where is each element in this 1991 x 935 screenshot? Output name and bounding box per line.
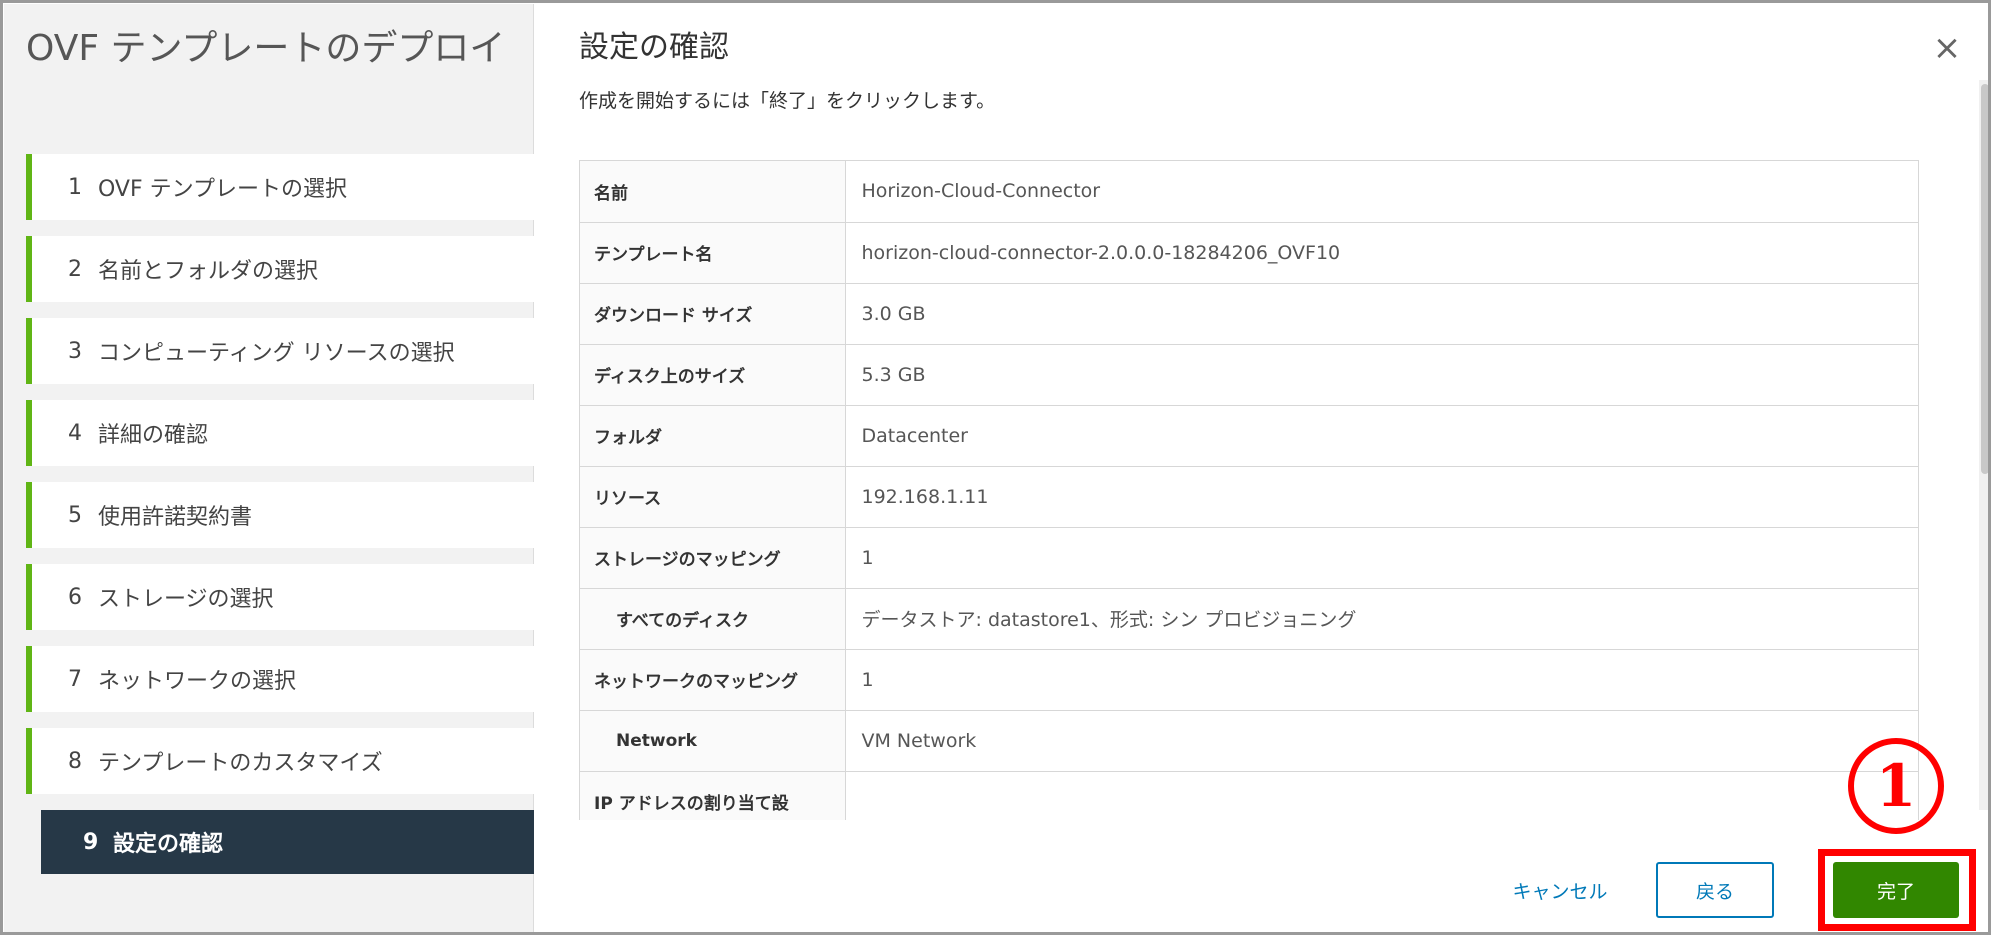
close-icon[interactable]: × bbox=[1929, 30, 1965, 66]
row-value bbox=[845, 771, 1918, 820]
row-value: 3.0 GB bbox=[845, 283, 1918, 345]
table-row: Network VM Network bbox=[580, 710, 1918, 772]
step-number: 4 bbox=[68, 420, 82, 446]
wizard-step-3[interactable]: 3 コンピューティング リソースの選択 bbox=[26, 318, 534, 384]
row-value: 192.168.1.11 bbox=[845, 466, 1918, 528]
row-key: ネットワークのマッピング bbox=[580, 649, 846, 711]
main-content: 設定の確認 作成を開始するには「終了」をクリックします。 × 名前 Horizon… bbox=[535, 0, 1991, 935]
wizard-step-2[interactable]: 2 名前とフォルダの選択 bbox=[26, 236, 534, 302]
row-value: horizon-cloud-connector-2.0.0.0-18284206… bbox=[845, 222, 1918, 284]
row-key: テンプレート名 bbox=[580, 222, 846, 284]
table-row: ネットワークのマッピング 1 bbox=[580, 649, 1918, 711]
page-title: 設定の確認 bbox=[579, 30, 729, 65]
step-number: 6 bbox=[68, 584, 82, 610]
step-number: 5 bbox=[68, 502, 82, 528]
row-value: 1 bbox=[845, 527, 1918, 589]
step-number: 9 bbox=[83, 829, 99, 855]
step-label: 設定の確認 bbox=[113, 832, 224, 857]
finish-button-highlight bbox=[1818, 849, 1976, 931]
step-number: 7 bbox=[68, 666, 82, 692]
page-description: 作成を開始するには「終了」をクリックします。 bbox=[579, 90, 996, 112]
row-key: 名前 bbox=[580, 161, 846, 223]
row-value: Datacenter bbox=[845, 405, 1918, 467]
wizard-step-6[interactable]: 6 ストレージの選択 bbox=[26, 564, 534, 630]
step-label: OVF テンプレートの選択 bbox=[98, 177, 347, 202]
deploy-ovf-dialog: OVF テンプレートのデプロイ 1 OVF テンプレートの選択 2 名前とフォルダの… bbox=[0, 0, 1991, 935]
back-button[interactable]: 戻る bbox=[1656, 862, 1774, 918]
wizard-sidebar: OVF テンプレートのデプロイ 1 OVF テンプレートの選択 2 名前とフォルダの… bbox=[4, 4, 534, 933]
table-row: ストレージのマッピング 1 bbox=[580, 527, 1918, 589]
summary-table: 名前 Horizon-Cloud-Connector テンプレート名 horizon… bbox=[579, 160, 1919, 820]
row-value: 5.3 GB bbox=[845, 344, 1918, 406]
row-key: すべてのディスク bbox=[580, 588, 846, 650]
step-label: コンピューティング リソースの選択 bbox=[98, 341, 455, 366]
step-label: テンプレートのカスタマイズ bbox=[98, 751, 383, 776]
row-key: リソース bbox=[580, 466, 846, 528]
table-row: IP アドレスの割り当て設 bbox=[580, 771, 1918, 820]
vertical-scrollbar[interactable] bbox=[1979, 80, 1991, 810]
table-row: リソース 192.168.1.11 bbox=[580, 466, 1918, 528]
cancel-button[interactable]: キャンセル bbox=[1490, 862, 1630, 918]
row-value: VM Network bbox=[845, 710, 1918, 772]
wizard-step-5[interactable]: 5 使用許諾契約書 bbox=[26, 482, 534, 548]
step-label: 詳細の確認 bbox=[98, 423, 209, 448]
table-row: 名前 Horizon-Cloud-Connector bbox=[580, 161, 1918, 223]
wizard-step-9-active[interactable]: 9 設定の確認 bbox=[41, 810, 534, 874]
step-label: ネットワークの選択 bbox=[98, 669, 297, 694]
row-key: ストレージのマッピング bbox=[580, 527, 846, 589]
row-key: ダウンロード サイズ bbox=[580, 283, 846, 345]
wizard-step-8[interactable]: 8 テンプレートのカスタマイズ bbox=[26, 728, 534, 794]
step-number: 1 bbox=[68, 174, 82, 200]
step-label: ストレージの選択 bbox=[98, 587, 274, 612]
wizard-step-1[interactable]: 1 OVF テンプレートの選択 bbox=[26, 154, 534, 220]
row-value: データストア: datastore1、形式: シン プロビジョニング bbox=[845, 588, 1918, 650]
table-row: すべてのディスク データストア: datastore1、形式: シン プロビジョニ… bbox=[580, 588, 1918, 650]
wizard-steps: 1 OVF テンプレートの選択 2 名前とフォルダの選択 3 コンピューティング リソ… bbox=[26, 154, 534, 890]
row-key: フォルダ bbox=[580, 405, 846, 467]
table-row: フォルダ Datacenter bbox=[580, 405, 1918, 467]
table-row: テンプレート名 horizon-cloud-connector-2.0.0.0-1… bbox=[580, 222, 1918, 284]
wizard-step-7[interactable]: 7 ネットワークの選択 bbox=[26, 646, 534, 712]
step-marker-annotation: 1 bbox=[1848, 738, 1944, 834]
scrollbar-thumb[interactable] bbox=[1981, 84, 1989, 474]
step-label: 名前とフォルダの選択 bbox=[98, 259, 319, 284]
wizard-step-4[interactable]: 4 詳細の確認 bbox=[26, 400, 534, 466]
row-key: IP アドレスの割り当て設 bbox=[580, 771, 846, 820]
step-label: 使用許諾契約書 bbox=[98, 505, 253, 530]
table-row: ダウンロード サイズ 3.0 GB bbox=[580, 283, 1918, 345]
step-number: 3 bbox=[68, 338, 82, 364]
row-key: ディスク上のサイズ bbox=[580, 344, 846, 406]
row-value: Horizon-Cloud-Connector bbox=[845, 161, 1918, 223]
table-row: ディスク上のサイズ 5.3 GB bbox=[580, 344, 1918, 406]
row-key: Network bbox=[580, 710, 846, 772]
row-value: 1 bbox=[845, 649, 1918, 711]
annotation-number: 1 bbox=[1875, 752, 1917, 820]
wizard-title: OVF テンプレートのデプロイ bbox=[26, 28, 506, 69]
step-number: 2 bbox=[68, 256, 82, 282]
step-number: 8 bbox=[68, 748, 82, 774]
